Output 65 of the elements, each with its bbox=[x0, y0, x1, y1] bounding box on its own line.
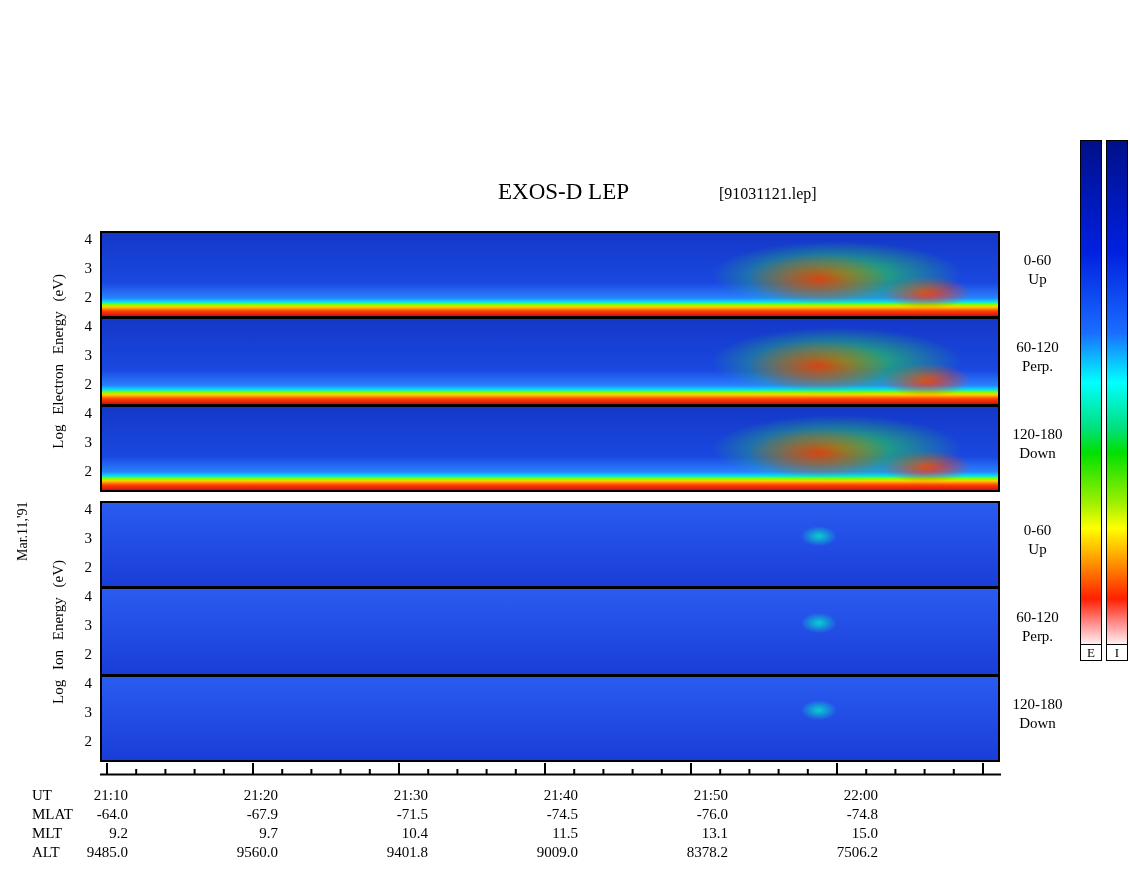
ephemeris-value: 9401.8 bbox=[385, 843, 428, 862]
tick-label: 2 bbox=[84, 559, 92, 577]
tick-label: 4 bbox=[84, 501, 92, 519]
ephemeris-value: -74.5 bbox=[545, 805, 578, 824]
axis-label: Log Ion Energy (eV) bbox=[50, 559, 67, 704]
pitch-angle-label: 60-120 bbox=[1016, 337, 1059, 357]
tick-label: 4 bbox=[84, 675, 92, 693]
tick-label: 3 bbox=[84, 434, 92, 452]
ephemeris-value: 9560.0 bbox=[235, 843, 278, 862]
ephemeris-value: 9485.0 bbox=[85, 843, 128, 862]
color-scale-label: I bbox=[1106, 645, 1128, 661]
tick-label: 2 bbox=[84, 376, 92, 394]
ephemeris-value: 9009.0 bbox=[535, 843, 578, 862]
tick-label: 2 bbox=[84, 646, 92, 664]
pitch-angle-label: 0-60 bbox=[1023, 520, 1052, 540]
tick-label: 4 bbox=[84, 405, 92, 423]
tick-label: 2 bbox=[84, 289, 92, 307]
tick-label: 3 bbox=[84, 260, 92, 278]
ephemeris-value: -64.0 bbox=[95, 805, 128, 824]
ephemeris-value: 21:50 bbox=[692, 786, 728, 805]
pitch-angle-label: 120-180 bbox=[1012, 424, 1063, 444]
tick-label: 4 bbox=[84, 588, 92, 606]
direction-label: Down bbox=[1019, 443, 1056, 463]
ephemeris-value: 15.0 bbox=[850, 824, 878, 843]
tick-label: 2 bbox=[84, 463, 92, 481]
ephemeris-value: 11.5 bbox=[551, 824, 578, 843]
tick-label: 2 bbox=[84, 733, 92, 751]
tick-label: 3 bbox=[84, 617, 92, 635]
tick-label: 3 bbox=[84, 530, 92, 548]
tick-label: 3 bbox=[84, 347, 92, 365]
direction-label: Perp. bbox=[1021, 356, 1054, 376]
row-label: ALT bbox=[32, 843, 61, 862]
ephemeris-value: -76.0 bbox=[695, 805, 728, 824]
direction-label: Down bbox=[1019, 713, 1056, 733]
pitch-angle-label: 120-180 bbox=[1012, 694, 1063, 714]
file-label: [91031121.lep] bbox=[719, 185, 817, 203]
ephemeris-value: 22:00 bbox=[842, 786, 878, 805]
row-label: MLAT bbox=[32, 805, 74, 824]
ephemeris-value: -71.5 bbox=[395, 805, 428, 824]
row-label: UT bbox=[32, 786, 53, 805]
ephemeris-value: 21:40 bbox=[542, 786, 578, 805]
direction-label: Perp. bbox=[1021, 626, 1054, 646]
plot-title: EXOS-D LEP bbox=[498, 179, 629, 205]
ephemeris-value: 9.7 bbox=[258, 824, 278, 843]
tick-label: 4 bbox=[84, 318, 92, 336]
ephemeris-value: -74.8 bbox=[845, 805, 878, 824]
ephemeris-value: 7506.2 bbox=[835, 843, 878, 862]
ephemeris-value: -67.9 bbox=[245, 805, 278, 824]
color-scale-label: E bbox=[1080, 645, 1102, 661]
pitch-angle-label: 60-120 bbox=[1016, 607, 1059, 627]
ephemeris-value: 9.2 bbox=[108, 824, 128, 843]
ephemeris-value: 10.4 bbox=[400, 824, 428, 843]
ephemeris-value: 21:30 bbox=[392, 786, 428, 805]
direction-label: Up bbox=[1028, 539, 1047, 559]
pitch-angle-label: 0-60 bbox=[1023, 250, 1052, 270]
date-label: Mar.11,'91 bbox=[14, 501, 31, 563]
ephemeris-value: 8378.2 bbox=[685, 843, 728, 862]
direction-label: Up bbox=[1028, 269, 1047, 289]
axis-label: Log Electron Energy (eV) bbox=[50, 274, 67, 449]
row-label: MLT bbox=[32, 824, 64, 843]
tick-label: 4 bbox=[84, 231, 92, 249]
tick-label: 3 bbox=[84, 704, 92, 722]
ephemeris-value: 21:10 bbox=[92, 786, 128, 805]
ephemeris-value: 21:20 bbox=[242, 786, 278, 805]
ephemeris-value: 13.1 bbox=[700, 824, 728, 843]
